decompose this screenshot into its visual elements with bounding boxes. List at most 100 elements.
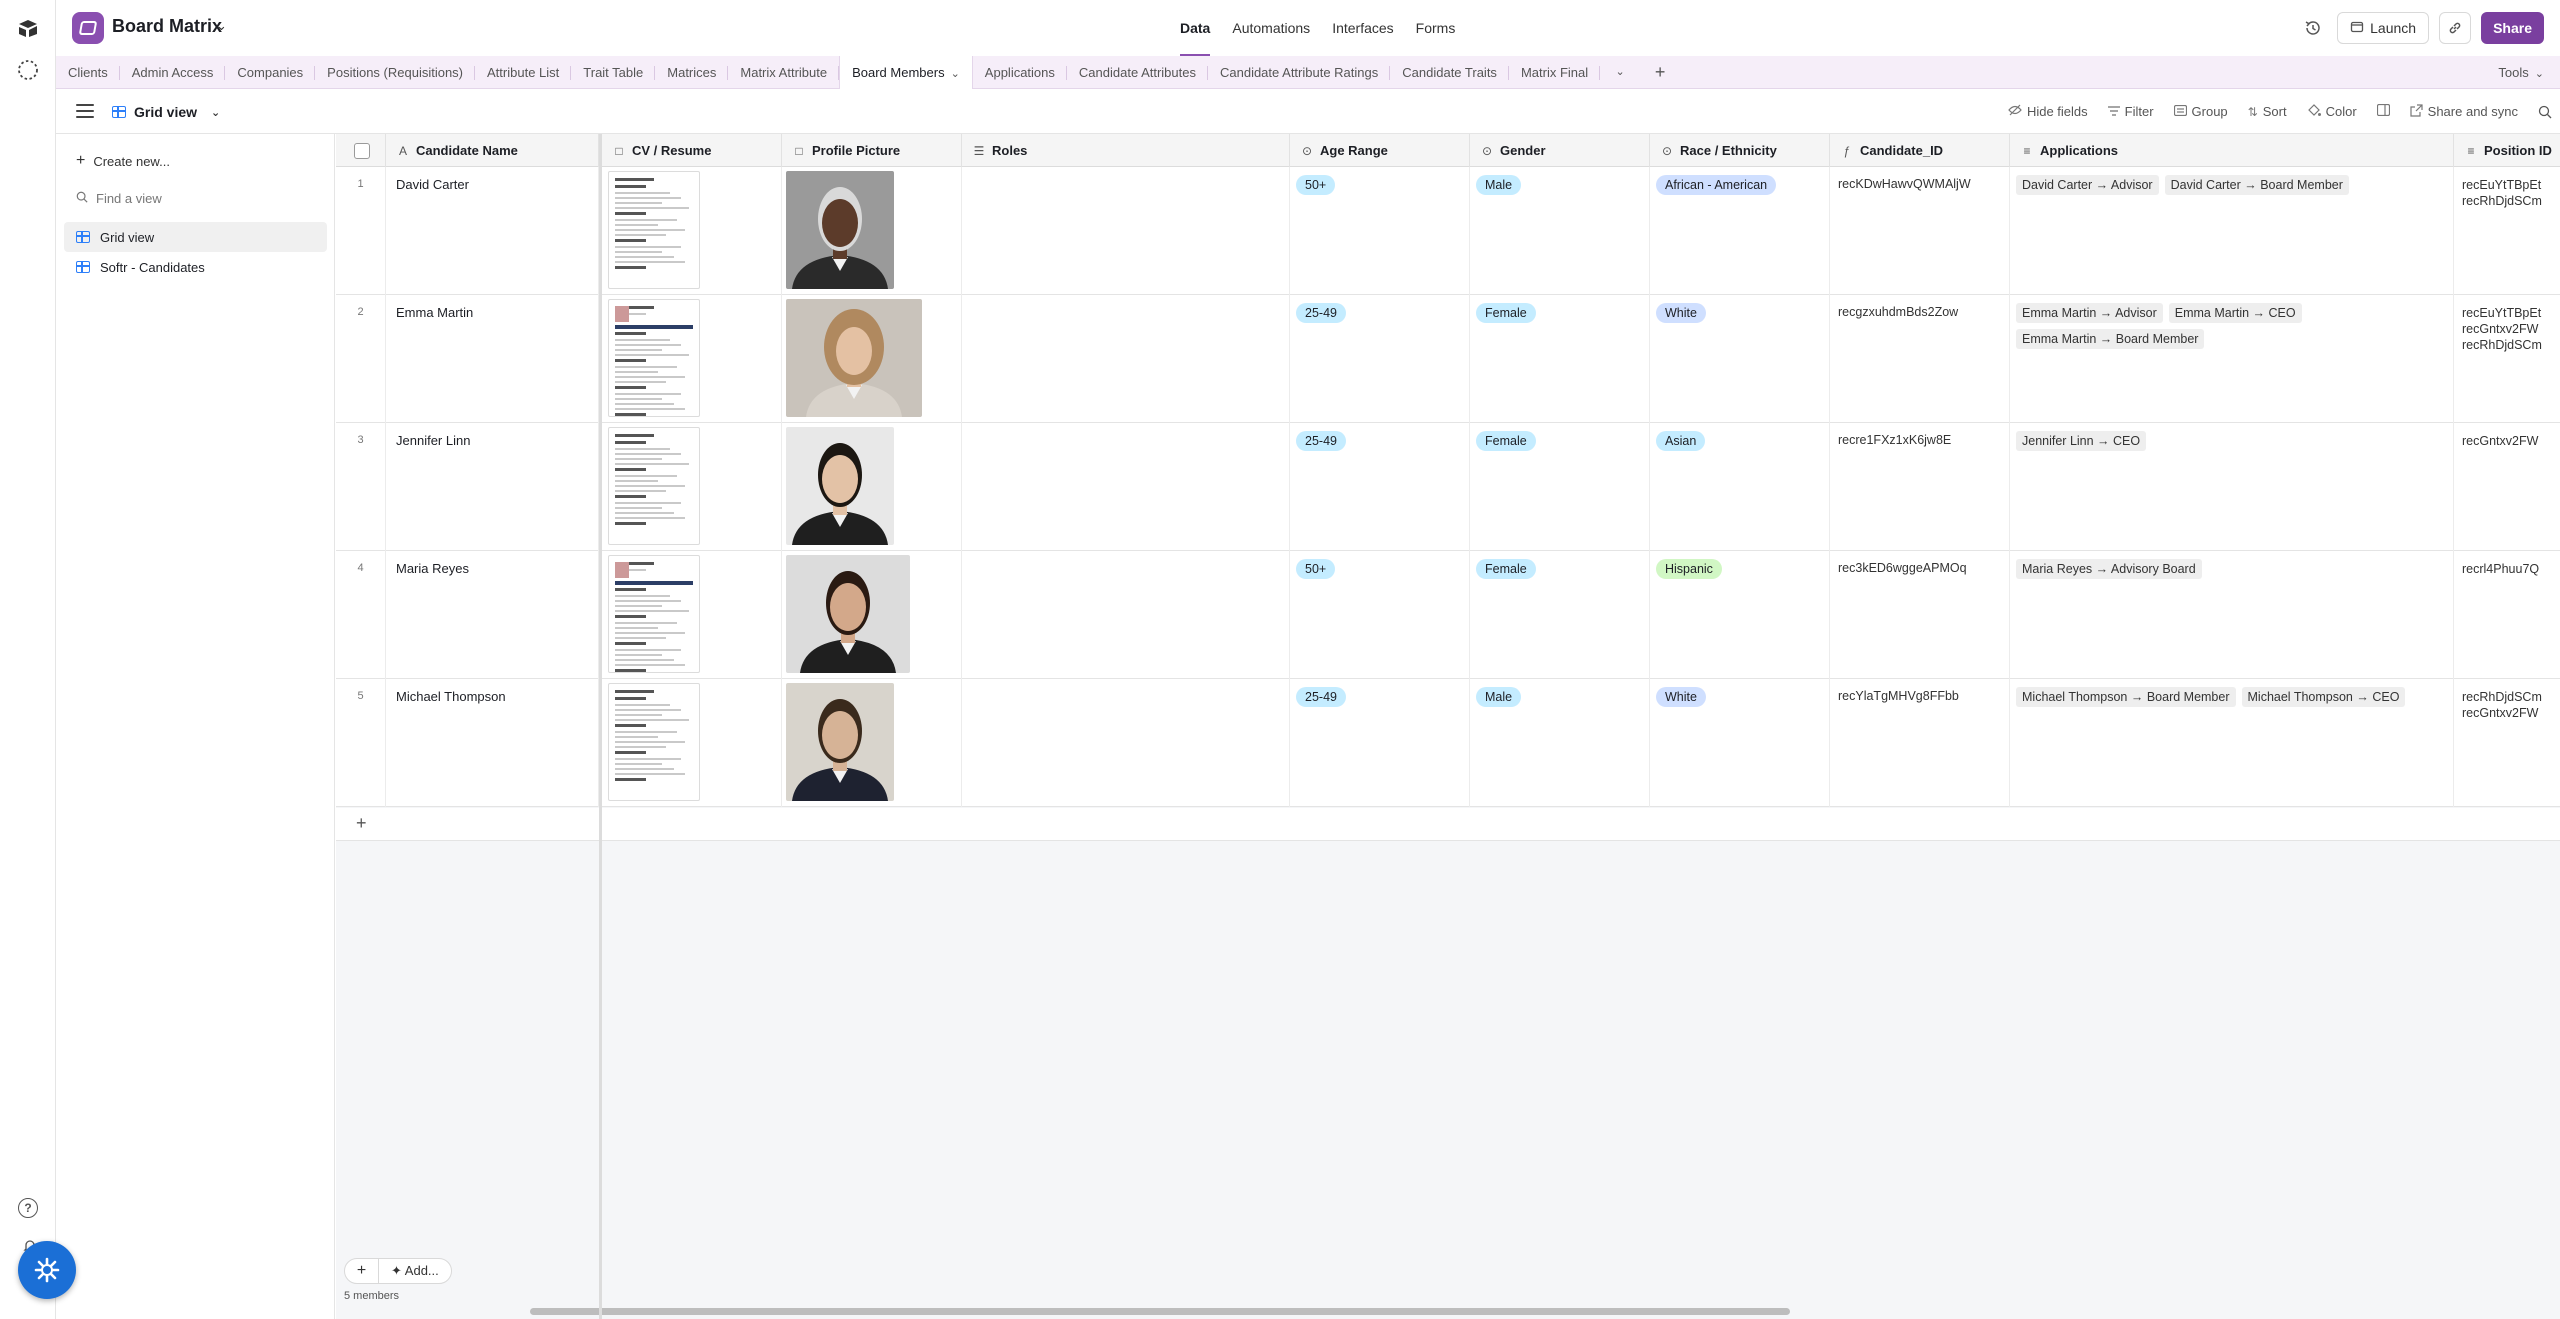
- share-button[interactable]: Share: [2481, 12, 2544, 44]
- linked-application-chip[interactable]: Jennifer Linn → CEO: [2016, 431, 2147, 451]
- table-row[interactable]: 3 Jennifer Linn 25-49 Female Asian recre1FXz1…: [336, 423, 2560, 551]
- column-header-candidate-name[interactable]: A Candidate Name: [386, 134, 599, 167]
- sidebar-view-grid[interactable]: Grid view: [64, 222, 327, 252]
- roles-cell[interactable]: [962, 551, 1290, 679]
- group-button[interactable]: Group: [2173, 104, 2228, 119]
- table-row[interactable]: 4 Maria Reyes 50+ Female Hispanic rec3kED6wgg…: [336, 551, 2560, 679]
- tab-trait-table[interactable]: Trait Table: [571, 56, 656, 89]
- age-range-cell[interactable]: 25-49: [1290, 295, 1470, 423]
- base-logo-icon[interactable]: [72, 12, 104, 44]
- race-cell[interactable]: African - American: [1650, 167, 1830, 295]
- profile-picture-cell[interactable]: [782, 679, 962, 807]
- table-row[interactable]: 5 Michael Thompson 25-49 Male White recYlaTgM…: [336, 679, 2560, 807]
- horizontal-scrollbar[interactable]: [530, 1308, 1790, 1315]
- cv-cell[interactable]: [602, 423, 782, 551]
- select-all-checkbox-cell[interactable]: [336, 134, 386, 167]
- profile-picture-cell[interactable]: [782, 167, 962, 295]
- cv-cell[interactable]: [602, 167, 782, 295]
- find-view-field[interactable]: [76, 186, 316, 210]
- linked-application-chip[interactable]: Michael Thompson → CEO: [2241, 687, 2406, 707]
- roles-cell[interactable]: [962, 679, 1290, 807]
- position-id-cell[interactable]: recEuYtTBpEt recGntxv2FW recRhDjdSCm: [2454, 295, 2560, 423]
- age-range-cell[interactable]: 50+: [1290, 551, 1470, 679]
- row-number[interactable]: 5: [336, 679, 386, 807]
- frozen-column-divider[interactable]: [599, 134, 602, 1319]
- race-cell[interactable]: Asian: [1650, 423, 1830, 551]
- cv-thumbnail[interactable]: [608, 555, 700, 673]
- cv-thumbnail[interactable]: [608, 171, 700, 289]
- row-height-button[interactable]: [2376, 103, 2390, 119]
- row-number[interactable]: 2: [336, 295, 386, 423]
- candidate-name-cell[interactable]: David Carter: [386, 167, 599, 295]
- tab-matrices[interactable]: Matrices: [655, 56, 729, 89]
- base-name[interactable]: Board Matrix: [112, 16, 222, 37]
- gender-cell[interactable]: Female: [1470, 423, 1650, 551]
- add-with-ai-button[interactable]: ✦ Add...: [379, 1259, 451, 1283]
- hide-fields-button[interactable]: Hide fields: [2008, 104, 2088, 119]
- nav-automations[interactable]: Automations: [1232, 0, 1310, 56]
- row-number[interactable]: 1: [336, 167, 386, 295]
- applications-cell[interactable]: David Carter → Advisor David Carter → Boa…: [2010, 167, 2454, 295]
- position-id-cell[interactable]: recGntxv2FW: [2454, 423, 2560, 551]
- profile-photo[interactable]: [786, 683, 894, 801]
- race-cell[interactable]: Hispanic: [1650, 551, 1830, 679]
- create-new-view-button[interactable]: + Create new...: [76, 152, 170, 170]
- tab-admin-access[interactable]: Admin Access: [120, 56, 226, 89]
- column-header-applications[interactable]: ≡ Applications: [2010, 134, 2454, 167]
- candidate-id-cell[interactable]: recre1FXz1xK6jw8E: [1830, 423, 2010, 551]
- profile-picture-cell[interactable]: [782, 295, 962, 423]
- table-row[interactable]: 2 Emma Martin 25-49 Female White recgzxuhdmBd…: [336, 295, 2560, 423]
- cv-thumbnail[interactable]: [608, 683, 700, 801]
- position-id-cell[interactable]: recEuYtTBpEt recRhDjdSCm: [2454, 167, 2560, 295]
- launch-button[interactable]: Launch: [2337, 12, 2430, 44]
- gender-cell[interactable]: Male: [1470, 167, 1650, 295]
- tab-companies[interactable]: Companies: [225, 56, 315, 89]
- select-all-checkbox[interactable]: [354, 142, 370, 159]
- cv-cell[interactable]: [602, 679, 782, 807]
- linked-application-chip[interactable]: Emma Martin → Board Member: [2016, 329, 2205, 349]
- candidate-name-cell[interactable]: Emma Martin: [386, 295, 599, 423]
- add-table-icon[interactable]: +: [1640, 56, 1680, 89]
- gender-cell[interactable]: Male: [1470, 679, 1650, 807]
- cv-thumbnail[interactable]: [608, 427, 700, 545]
- sidebar-view-softr-candidates[interactable]: Softr - Candidates: [64, 252, 327, 282]
- hamburger-menu-icon[interactable]: [76, 102, 94, 120]
- tab-attribute-list[interactable]: Attribute List: [475, 56, 572, 89]
- help-icon[interactable]: ?: [18, 1198, 38, 1218]
- column-header-profile-picture[interactable]: □ Profile Picture: [782, 134, 962, 167]
- add-record-button[interactable]: +: [345, 1259, 379, 1283]
- candidate-name-cell[interactable]: Jennifer Linn: [386, 423, 599, 551]
- roles-cell[interactable]: [962, 167, 1290, 295]
- search-icon[interactable]: [2538, 105, 2552, 119]
- position-id-cell[interactable]: recRhDjdSCm recGntxv2FW: [2454, 679, 2560, 807]
- applications-cell[interactable]: Jennifer Linn → CEO: [2010, 423, 2454, 551]
- column-header-gender[interactable]: ⊙ Gender: [1470, 134, 1650, 167]
- history-icon[interactable]: [2299, 12, 2327, 44]
- support-fab-icon[interactable]: [18, 1241, 76, 1299]
- workspace-icon[interactable]: [16, 58, 40, 82]
- link-icon[interactable]: [2439, 12, 2472, 44]
- race-cell[interactable]: White: [1650, 679, 1830, 807]
- column-header-race[interactable]: ⊙ Race / Ethnicity: [1650, 134, 1830, 167]
- applications-cell[interactable]: Michael Thompson → Board Member Michael T…: [2010, 679, 2454, 807]
- column-header-cv[interactable]: □ CV / Resume: [602, 134, 782, 167]
- linked-application-chip[interactable]: David Carter → Advisor: [2016, 175, 2159, 195]
- roles-cell[interactable]: [962, 295, 1290, 423]
- profile-photo[interactable]: [786, 555, 910, 673]
- share-sync-button[interactable]: Share and sync: [2410, 103, 2518, 120]
- age-range-cell[interactable]: 25-49: [1290, 679, 1470, 807]
- age-range-cell[interactable]: 25-49: [1290, 423, 1470, 551]
- position-id-cell[interactable]: recrl4Phuu7Q: [2454, 551, 2560, 679]
- profile-photo[interactable]: [786, 171, 894, 289]
- table-row[interactable]: 1 David Carter 50+ Male African - American re…: [336, 167, 2560, 295]
- add-record-row[interactable]: +: [336, 808, 2560, 841]
- color-button[interactable]: Color: [2307, 103, 2357, 120]
- cv-thumbnail[interactable]: [608, 299, 700, 417]
- nav-forms[interactable]: Forms: [1416, 0, 1456, 56]
- tab-matrix-final[interactable]: Matrix Final: [1509, 56, 1601, 89]
- gender-cell[interactable]: Female: [1470, 551, 1650, 679]
- candidate-name-cell[interactable]: Maria Reyes: [386, 551, 599, 679]
- linked-application-chip[interactable]: Emma Martin → Advisor: [2016, 303, 2163, 323]
- profile-photo[interactable]: [786, 427, 894, 545]
- linked-application-chip[interactable]: Michael Thompson → Board Member: [2016, 687, 2236, 707]
